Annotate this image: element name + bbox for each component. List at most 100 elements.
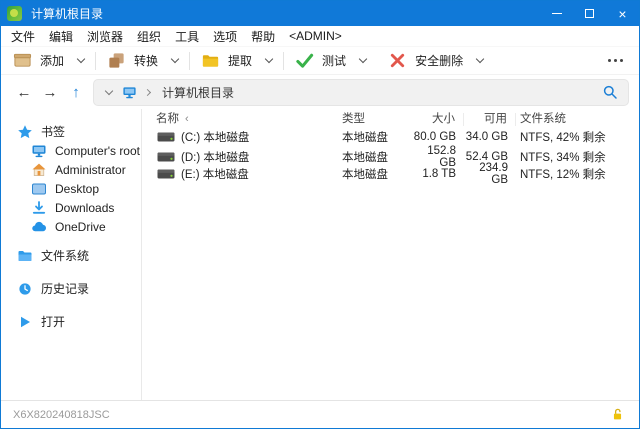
drive-name: (E:) 本地磁盘 (181, 166, 249, 182)
column-header-name[interactable]: 名称‹ (156, 113, 342, 126)
column-header-free[interactable]: 可用 (464, 113, 516, 126)
chevron-down-icon[interactable] (476, 55, 484, 63)
window-controls: × (540, 1, 639, 26)
menu-admin[interactable]: <ADMIN> (282, 29, 349, 43)
menu-help[interactable]: 帮助 (244, 28, 282, 45)
chevron-down-icon[interactable] (359, 55, 367, 63)
column-header-filesystem[interactable]: 文件系统 (516, 113, 639, 126)
table-row-drive-d[interactable]: (D:) 本地磁盘 本地磁盘 152.8 GB 52.4 GB NTFS, 34… (156, 145, 639, 162)
chevron-down-icon[interactable] (105, 87, 113, 95)
hard-drive-icon (157, 168, 175, 180)
minimize-icon (552, 13, 562, 14)
sidebar-item-label: OneDrive (55, 220, 106, 234)
sidebar-item-administrator[interactable]: Administrator (1, 160, 141, 179)
drive-name: (C:) 本地磁盘 (181, 129, 249, 145)
sidebar-item-label: Downloads (55, 201, 114, 215)
monitor-icon (31, 143, 47, 159)
status-bar: X6X820240818JSC (1, 400, 639, 428)
sidebar-item-computers-root[interactable]: Computer's root (1, 141, 141, 160)
titlebar: 计算机根目录 × (1, 1, 639, 26)
sidebar-item-bookmarks[interactable]: 书签 (1, 122, 141, 141)
test-button[interactable]: 测试 (295, 51, 366, 70)
sidebar-item-desktop[interactable]: Desktop (1, 179, 141, 198)
address-path[interactable]: 计算机根目录 (162, 84, 234, 101)
chevron-down-icon[interactable] (171, 55, 179, 63)
drive-type: 本地磁盘 (342, 129, 412, 145)
add-label: 添加 (40, 52, 64, 69)
sidebar-item-downloads[interactable]: Downloads (1, 198, 141, 217)
sidebar-item-label: Administrator (55, 163, 126, 177)
content-area: 书签 Computer's root Administrator Desktop (1, 109, 639, 400)
secure-delete-button[interactable]: 安全删除 (388, 51, 483, 70)
drive-free: 234.9 GB (464, 162, 516, 186)
download-icon (31, 200, 47, 216)
menu-browser[interactable]: 浏览器 (80, 28, 130, 45)
sidebar-item-open[interactable]: 打开 (1, 312, 141, 331)
sidebar-item-history[interactable]: 历史记录 (1, 279, 141, 298)
convert-button[interactable]: 转换 (107, 51, 178, 70)
star-icon (17, 124, 33, 140)
play-icon (17, 314, 33, 330)
toolbar-separator (189, 52, 190, 70)
test-check-icon (295, 51, 314, 70)
more-options-button[interactable] (608, 59, 627, 62)
maximize-button[interactable] (573, 1, 606, 26)
toolbar: 添加 转换 提取 测试 (1, 47, 639, 75)
address-bar[interactable]: 计算机根目录 (93, 79, 629, 106)
computer-icon[interactable] (122, 85, 137, 100)
drive-type: 本地磁盘 (342, 149, 412, 165)
sidebar-item-filesystem[interactable]: 文件系统 (1, 246, 141, 265)
maximize-icon (585, 9, 594, 18)
hard-drive-icon (157, 131, 175, 143)
history-icon (17, 281, 33, 297)
add-button[interactable]: 添加 (13, 51, 84, 70)
minimize-button[interactable] (540, 1, 573, 26)
close-button[interactable]: × (606, 1, 639, 26)
cloud-icon (31, 219, 47, 235)
drive-filesystem: NTFS, 42% 剩余 (516, 129, 639, 145)
menu-options[interactable]: 选项 (206, 28, 244, 45)
sidebar-item-label: 书签 (41, 123, 65, 140)
up-button[interactable]: ↑ (63, 84, 89, 101)
status-text: X6X820240818JSC (13, 409, 110, 421)
extract-button[interactable]: 提取 (201, 51, 272, 70)
chevron-down-icon[interactable] (77, 55, 85, 63)
drive-filesystem: NTFS, 34% 剩余 (516, 149, 639, 165)
sidebar-item-onedrive[interactable]: OneDrive (1, 217, 141, 236)
drive-type: 本地磁盘 (342, 166, 412, 182)
hard-drive-icon (157, 151, 175, 163)
sort-indicator-icon: ‹ (185, 113, 189, 125)
drive-name: (D:) 本地磁盘 (181, 149, 249, 165)
sidebar-item-label: Computer's root (55, 144, 140, 158)
sidebar-item-label: 文件系统 (41, 247, 89, 264)
forward-button[interactable]: → (37, 84, 63, 101)
extract-folder-icon (201, 51, 220, 70)
search-icon (602, 84, 618, 100)
sidebar-item-label: 打开 (41, 313, 65, 330)
menu-edit[interactable]: 编辑 (42, 28, 80, 45)
drive-filesystem: NTFS, 12% 剩余 (516, 166, 639, 182)
more-options-icon (608, 59, 611, 62)
sidebar-item-label: Desktop (55, 182, 99, 196)
archive-add-icon (13, 51, 32, 70)
menu-organize[interactable]: 组织 (130, 28, 168, 45)
menubar: 文件 编辑 浏览器 组织 工具 选项 帮助 <ADMIN> (1, 26, 639, 47)
secure-delete-label: 安全删除 (415, 52, 463, 69)
convert-icon (107, 51, 126, 70)
window-title: 计算机根目录 (31, 5, 103, 22)
back-button[interactable]: ← (11, 84, 37, 101)
drive-size: 80.0 GB (412, 131, 464, 143)
column-header-type[interactable]: 类型 (342, 113, 412, 126)
drive-free: 34.0 GB (464, 131, 516, 143)
menu-file[interactable]: 文件 (4, 28, 42, 45)
chevron-down-icon[interactable] (265, 55, 273, 63)
navigation-bar: ← → ↑ 计算机根目录 (1, 75, 639, 109)
table-row-drive-c[interactable]: (C:) 本地磁盘 本地磁盘 80.0 GB 34.0 GB NTFS, 42%… (156, 128, 639, 145)
drive-size: 152.8 GB (412, 145, 464, 169)
desktop-icon (31, 181, 47, 197)
app-icon (7, 6, 22, 21)
menu-tools[interactable]: 工具 (168, 28, 206, 45)
unlocked-padlock-icon[interactable] (610, 407, 625, 422)
search-button[interactable] (602, 84, 618, 100)
column-header-size[interactable]: 大小 (412, 113, 464, 126)
